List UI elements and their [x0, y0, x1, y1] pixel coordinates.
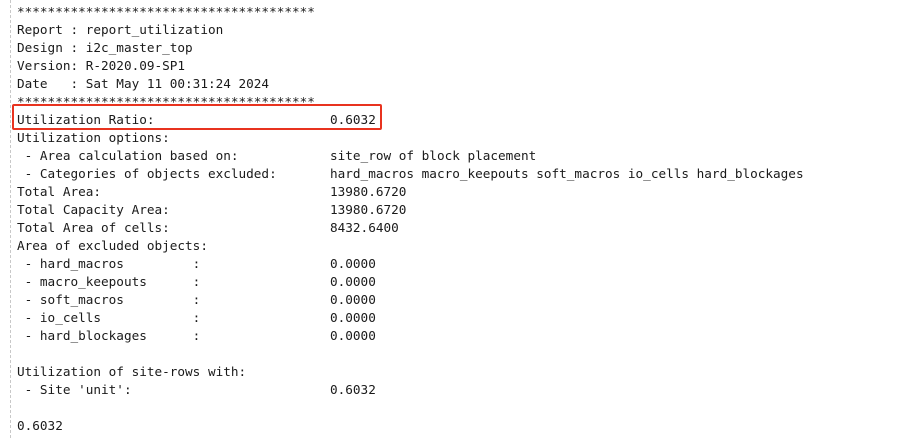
report-output-pane: *************************************** …	[0, 0, 900, 438]
total-area-cells-value: 8432.6400	[330, 220, 399, 235]
excluded-item-value: 0.0000	[330, 274, 376, 289]
categories-value: hard_macros macro_keepouts soft_macros i…	[330, 166, 804, 181]
excluded-item-label: - io_cells :	[17, 310, 201, 325]
excluded-item-value: 0.0000	[330, 256, 376, 271]
excluded-item-label: - macro_keepouts :	[17, 274, 201, 289]
report-line: Report : report_utilization	[17, 22, 224, 37]
version-line: Version: R-2020.09-SP1	[17, 58, 186, 73]
site-unit-value: 0.6032	[330, 382, 376, 397]
area-calc-label: - Area calculation based on:	[17, 148, 239, 163]
separator-top: ***************************************	[17, 4, 315, 19]
excluded-item-value: 0.0000	[330, 310, 376, 325]
total-area-cells-label: Total Area of cells:	[17, 220, 170, 235]
final-result-value: 0.6032	[17, 418, 63, 433]
total-capacity-area-label: Total Capacity Area:	[17, 202, 170, 217]
area-calc-value: site_row of block placement	[330, 148, 537, 163]
utilization-ratio-highlight-box	[12, 104, 382, 130]
site-unit-label: - Site 'unit':	[17, 382, 132, 397]
total-area-value: 13980.6720	[330, 184, 407, 199]
site-rows-title: Utilization of site-rows with:	[17, 364, 247, 379]
excluded-item-label: - hard_blockages :	[17, 328, 201, 343]
excluded-title: Area of excluded objects:	[17, 238, 208, 253]
excluded-item-value: 0.0000	[330, 292, 376, 307]
categories-label: - Categories of objects excluded:	[17, 166, 277, 181]
total-capacity-area-value: 13980.6720	[330, 202, 407, 217]
date-line: Date : Sat May 11 00:31:24 2024	[17, 76, 270, 91]
design-line: Design : i2c_master_top	[17, 40, 193, 55]
excluded-item-label: - soft_macros :	[17, 292, 201, 307]
excluded-item-value: 0.0000	[330, 328, 376, 343]
excluded-item-label: - hard_macros :	[17, 256, 201, 271]
total-area-label: Total Area:	[17, 184, 102, 199]
options-title: Utilization options:	[17, 130, 170, 145]
left-gutter-line	[10, 0, 11, 438]
